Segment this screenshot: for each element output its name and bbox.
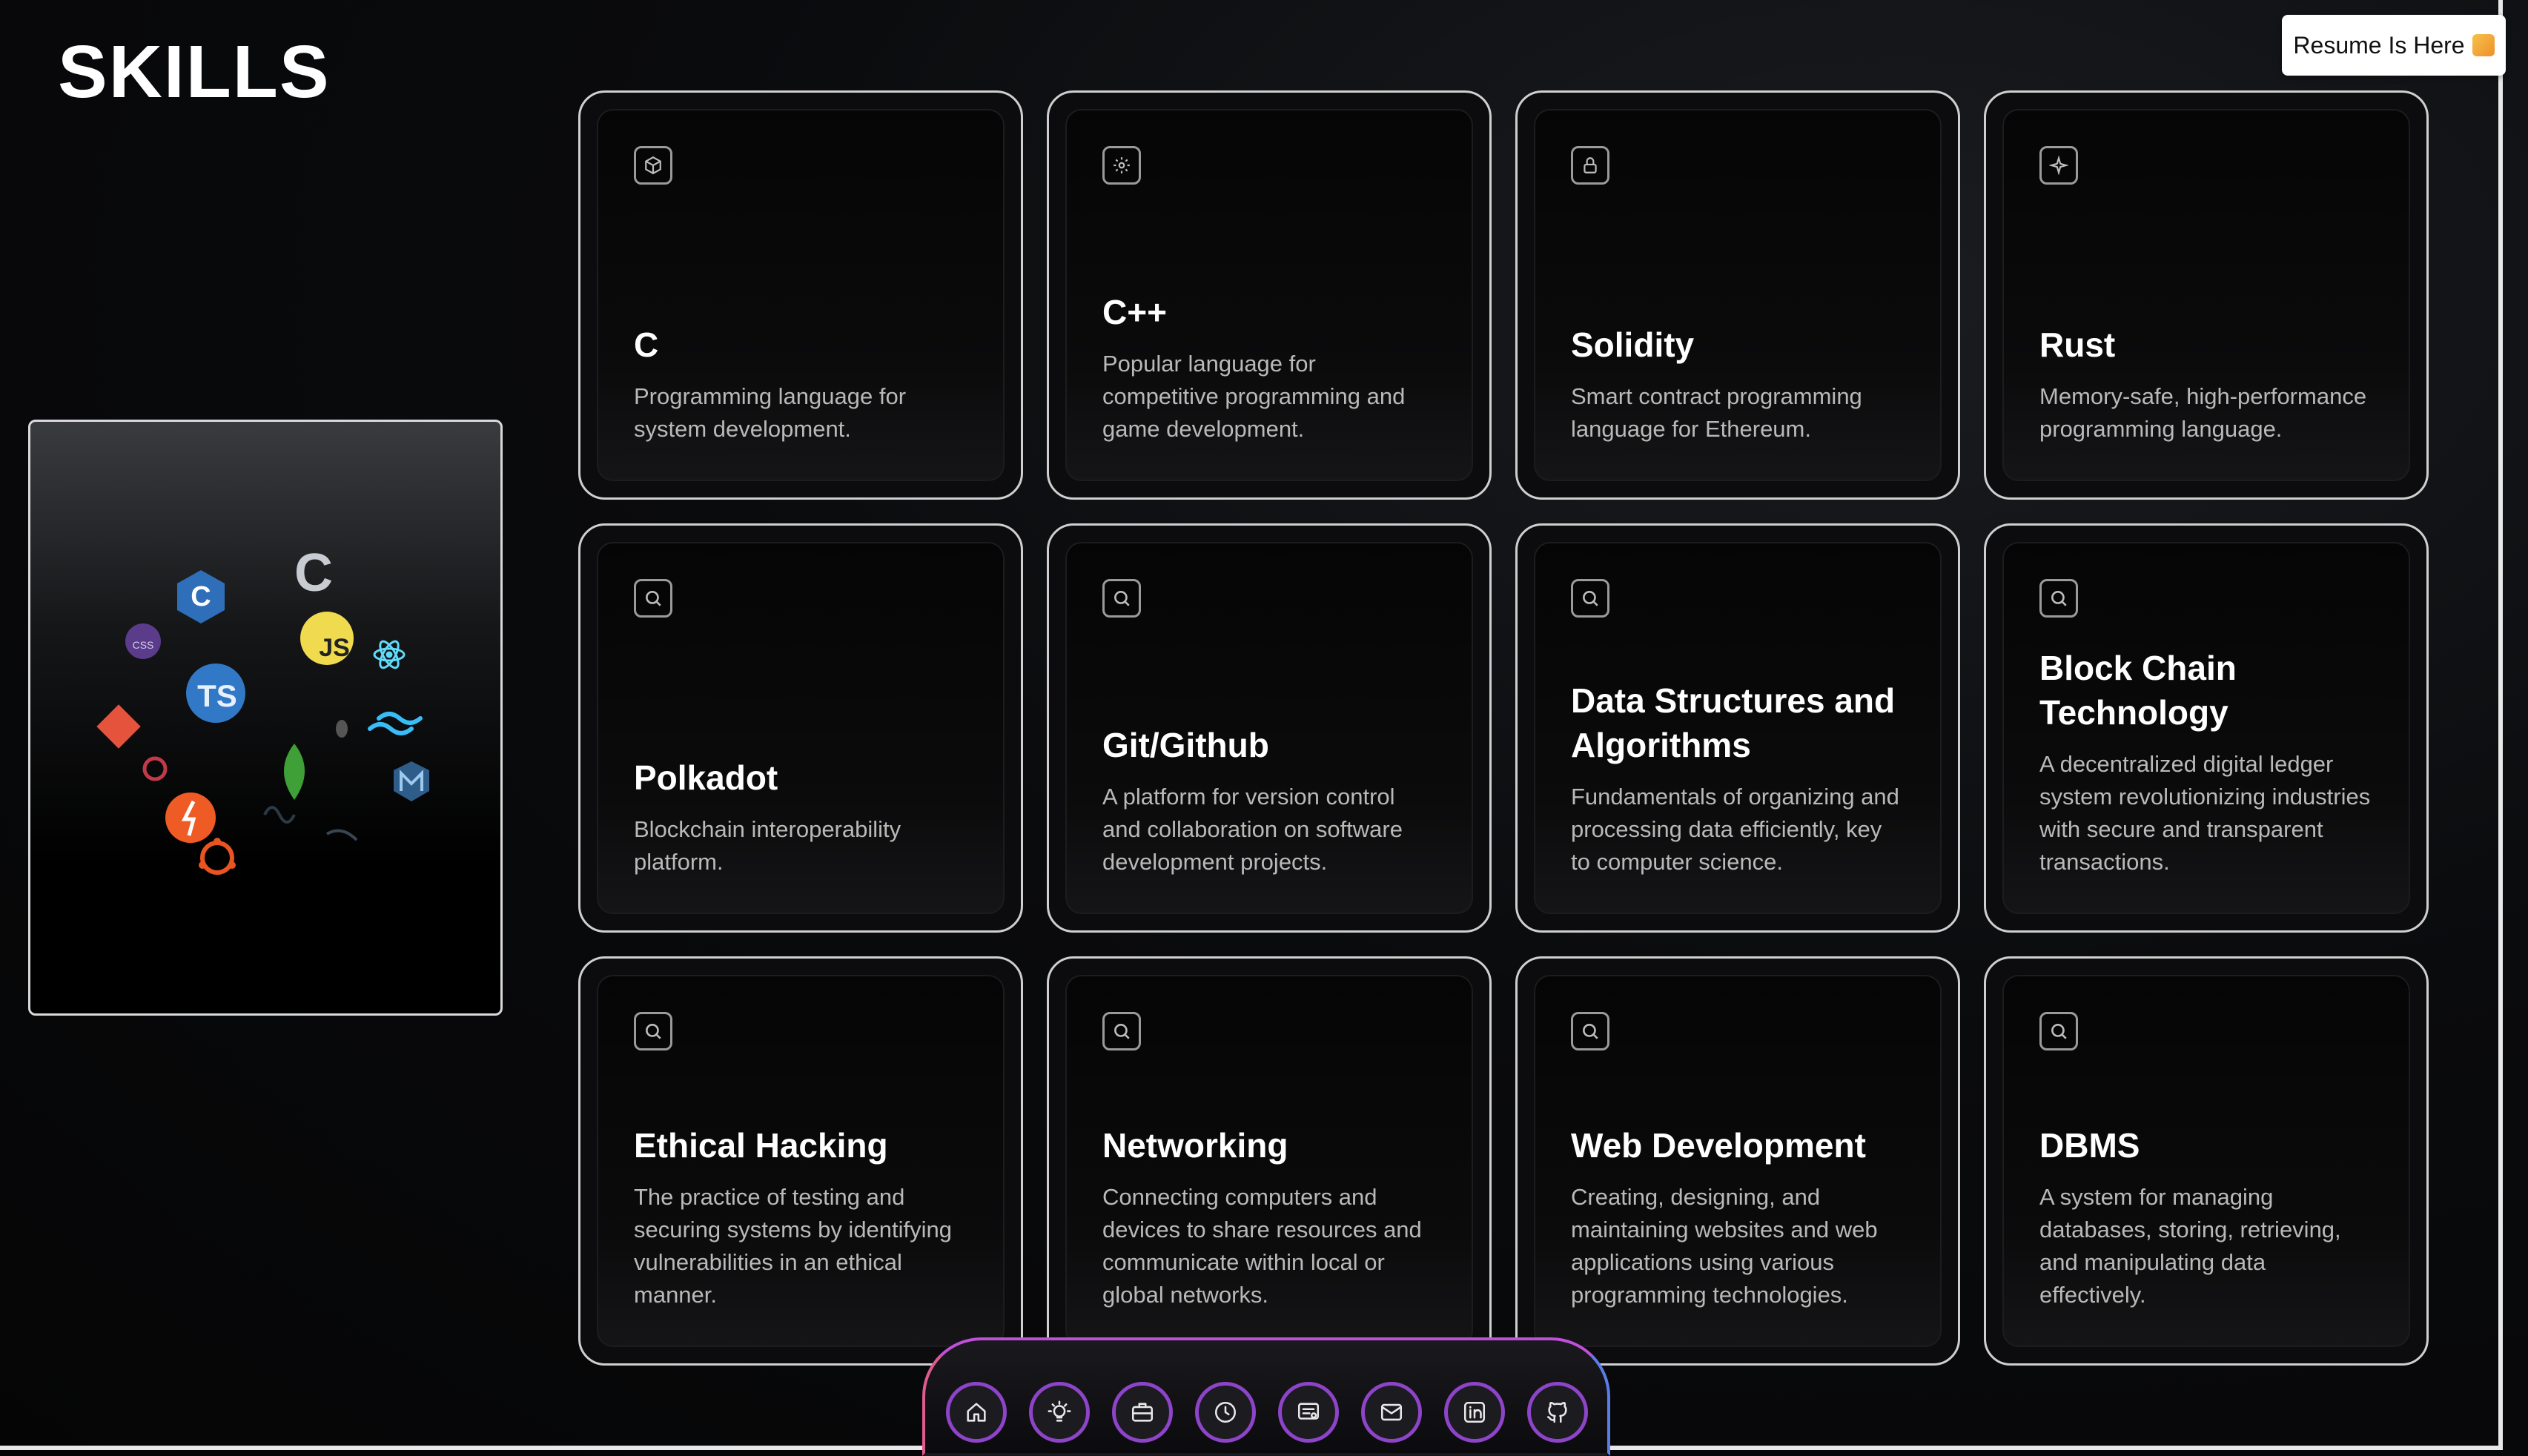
skill-card-networking[interactable]: Networking Connecting computers and devic… — [1047, 956, 1492, 1366]
skill-title: C++ — [1102, 293, 1167, 331]
skill-card-cpp[interactable]: C++ Popular language for competitive prog… — [1047, 90, 1492, 500]
skill-card-git[interactable]: Git/Github A platform for version control… — [1047, 523, 1492, 933]
search-icon — [1571, 579, 1609, 618]
skill-description: Smart contract programming language for … — [1571, 383, 1862, 442]
dock-clock[interactable] — [1195, 1382, 1256, 1443]
skill-description: Creating, designing, and maintaining web… — [1571, 1184, 1878, 1308]
clock-icon — [1214, 1401, 1237, 1423]
skill-title: Polkadot — [634, 758, 778, 797]
skill-description: Blockchain interoperability platform. — [634, 816, 901, 875]
ts-logo-label: TS — [197, 678, 237, 713]
css-logo-icon: CSS — [125, 623, 161, 659]
c-logo-icon: C — [294, 543, 333, 603]
dock-linkedin[interactable] — [1444, 1382, 1505, 1443]
dock-home[interactable] — [946, 1382, 1007, 1443]
skill-title: Web Development — [1571, 1126, 1866, 1165]
ts-logo-icon: TS — [186, 664, 245, 723]
lock-icon — [1571, 146, 1609, 185]
dock-briefcase[interactable] — [1112, 1382, 1173, 1443]
resume-button[interactable]: Resume Is Here — [2282, 15, 2506, 76]
dock-github[interactable] — [1527, 1382, 1588, 1443]
c-logo-label: C — [294, 543, 333, 603]
skill-title: Git/Github — [1102, 726, 1269, 764]
skill-card-rust[interactable]: Rust Memory-safe, high-performance progra… — [1984, 90, 2429, 500]
hand-emoji-icon — [2472, 34, 2495, 56]
gear-icon — [1102, 146, 1141, 185]
ubuntu-small-icon — [142, 756, 168, 781]
ubuntu-logo-icon — [199, 838, 236, 875]
github-icon — [1546, 1402, 1567, 1423]
skill-card-polkadot[interactable]: Polkadot Blockchain interoperability plat… — [578, 523, 1023, 933]
tailwind-logo-icon — [368, 712, 423, 735]
skill-description: Connecting computers and devices to shar… — [1102, 1184, 1422, 1308]
js-logo-icon: JS — [300, 612, 354, 665]
skill-description: Popular language for competitive program… — [1102, 351, 1406, 442]
kali-logo-icon — [325, 829, 358, 841]
skill-title: DBMS — [2039, 1126, 2140, 1165]
skill-title: C — [634, 325, 659, 364]
skill-title: Ethical Hacking — [634, 1126, 888, 1165]
skill-title: Rust — [2039, 325, 2116, 364]
search-icon — [634, 579, 672, 618]
skill-card-ethical-hacking[interactable]: Ethical Hacking The practice of testing a… — [578, 956, 1023, 1366]
skill-card-dbms[interactable]: DBMS A system for managing databases, sto… — [1984, 956, 2429, 1366]
skill-title: Block Chain Technology — [2039, 649, 2237, 732]
css-logo-label: CSS — [133, 639, 154, 651]
skills-grid: C Programming language for system develop… — [578, 90, 2430, 1366]
skill-description: The practice of testing and securing sys… — [634, 1184, 953, 1308]
skill-description: A platform for version control and colla… — [1102, 784, 1403, 875]
resume-button-label: Resume Is Here — [2293, 31, 2465, 59]
skill-description: Programming language for system developm… — [634, 383, 907, 442]
search-icon — [1102, 579, 1141, 618]
js-logo-label: JS — [319, 634, 350, 662]
cpp-logo-label: C — [191, 581, 211, 612]
skill-title: Data Structures and Algorithms — [1571, 681, 1896, 764]
dim-logo-icon — [263, 806, 296, 824]
briefcase-icon — [1131, 1403, 1154, 1422]
linux-logo-icon — [336, 720, 348, 738]
skill-description: Fundamentals of organizing and processin… — [1571, 784, 1899, 875]
mail-icon — [1380, 1403, 1403, 1421]
search-icon — [1571, 1012, 1609, 1050]
git-logo-icon — [96, 704, 141, 749]
search-icon — [1102, 1012, 1141, 1050]
react-logo-icon — [373, 640, 406, 669]
skill-card-web-development[interactable]: Web Development Creating, designing, and … — [1515, 956, 1960, 1366]
page-title: SKILLS — [58, 30, 331, 113]
material-logo-icon — [394, 761, 429, 801]
search-icon — [2039, 1012, 2078, 1050]
search-icon — [2039, 579, 2078, 618]
home-icon — [967, 1403, 986, 1422]
dock-mail[interactable] — [1361, 1382, 1422, 1443]
dock-certificate[interactable] — [1278, 1382, 1339, 1443]
postman-logo-icon — [165, 792, 216, 843]
skill-description: A decentralized digital ledger system re… — [2039, 751, 2371, 875]
skill-card-solidity[interactable]: Solidity Smart contract programming langu… — [1515, 90, 1960, 500]
tech-logo-cloud: C C CSS JS TS — [28, 420, 503, 1016]
dock-bulb[interactable] — [1029, 1382, 1090, 1443]
skill-card-blockchain[interactable]: Block Chain Technology A decentralized di… — [1984, 523, 2429, 933]
skill-card-c[interactable]: C Programming language for system develop… — [578, 90, 1023, 500]
search-icon — [634, 1012, 672, 1050]
certificate-icon — [1297, 1403, 1320, 1420]
cpp-logo-icon: C — [177, 570, 225, 623]
dock-nav — [922, 1337, 1610, 1456]
skill-card-dsa[interactable]: Data Structures and Algorithms Fundamenta… — [1515, 523, 1960, 933]
skill-description: Memory-safe, high-performance programmin… — [2039, 383, 2367, 442]
skill-title: Networking — [1102, 1126, 1288, 1165]
sparkle-icon — [2039, 146, 2078, 185]
bulb-icon — [1048, 1400, 1071, 1422]
skill-description: A system for managing databases, storing… — [2039, 1184, 2341, 1308]
mongodb-logo-icon — [284, 744, 305, 800]
cube-icon — [634, 146, 672, 185]
linkedin-icon — [1463, 1401, 1486, 1423]
skill-title: Solidity — [1571, 325, 1695, 364]
